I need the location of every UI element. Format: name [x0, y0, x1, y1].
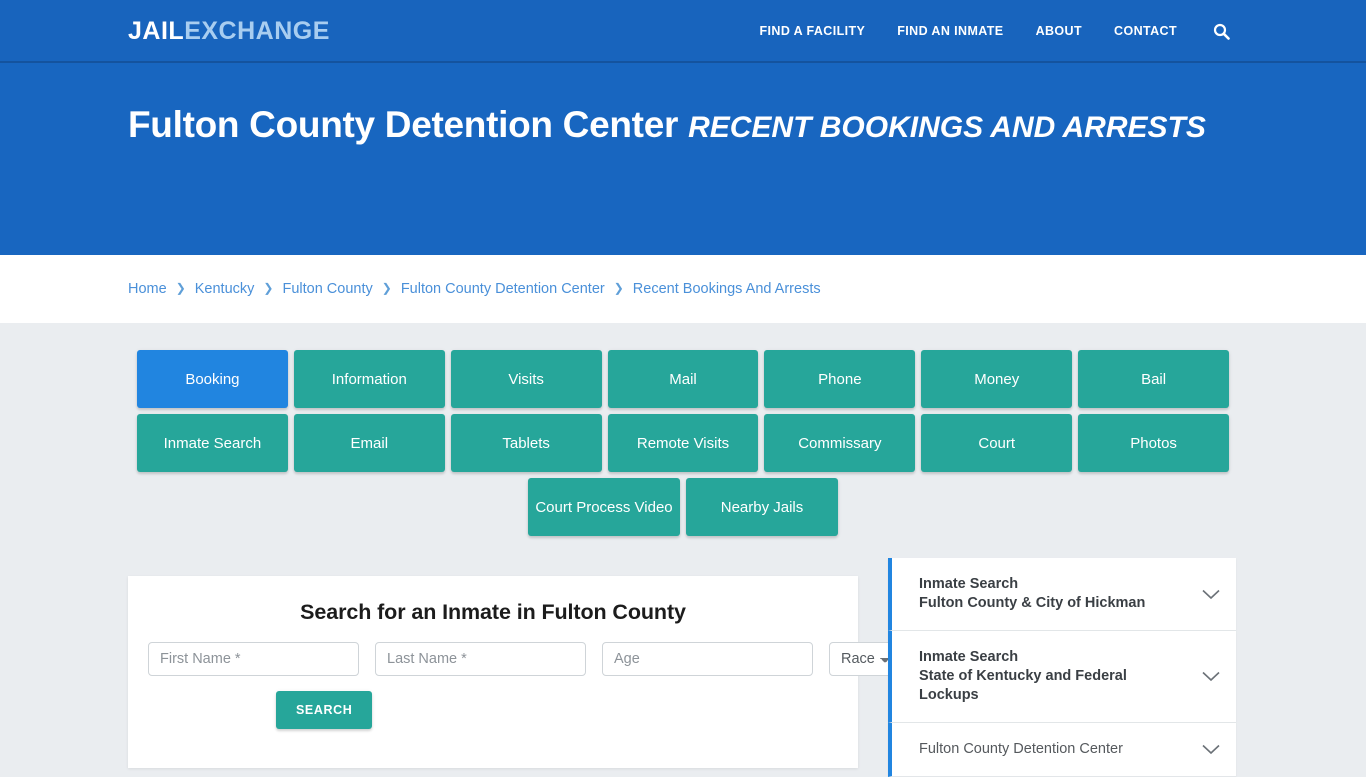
- accordion-line-1: Fulton County Detention Center: [919, 741, 1123, 757]
- breadcrumb-separator-icon: ❯: [175, 281, 186, 295]
- breadcrumb-item-recent-bookings[interactable]: Recent Bookings And Arrests: [633, 281, 821, 297]
- accordion-item-detention-center[interactable]: Fulton County Detention Center: [888, 723, 1236, 777]
- accordion-line-3: Lockups: [919, 687, 979, 703]
- age-input[interactable]: [602, 642, 813, 676]
- tab-bail[interactable]: Bail: [1078, 350, 1230, 408]
- site-logo[interactable]: JAILEXCHANGE: [128, 19, 330, 44]
- search-button[interactable]: SEARCH: [276, 691, 373, 729]
- inmate-search-heading: Search for an Inmate in Fulton County: [300, 600, 686, 624]
- breadcrumb-bar: Home ❯ Kentucky ❯ Fulton County ❯ Fulton…: [0, 255, 1366, 323]
- accordion-item-label: Inmate Search Fulton County & City of Hi…: [919, 575, 1192, 613]
- accordion-line-1: Inmate Search: [919, 576, 1019, 592]
- tab-row-3: Court Process Video Nearby Jails: [137, 478, 1229, 536]
- nav-item-about[interactable]: ABOUT: [1020, 0, 1098, 63]
- tab-row-1: Booking Information Visits Mail Phone Mo…: [137, 350, 1230, 408]
- nav-item-contact[interactable]: CONTACT: [1098, 0, 1193, 63]
- breadcrumb-item-fulton-county[interactable]: Fulton County: [282, 281, 372, 297]
- top-navigation-bar: JAILEXCHANGE FIND A FACILITY FIND AN INM…: [0, 0, 1366, 63]
- nav-item-find-a-facility[interactable]: FIND A FACILITY: [744, 0, 882, 63]
- tab-inmate-search[interactable]: Inmate Search: [137, 414, 288, 472]
- last-name-input[interactable]: [375, 642, 586, 676]
- tab-court[interactable]: Court: [921, 414, 1073, 472]
- tab-tablets[interactable]: Tablets: [450, 414, 602, 472]
- page-title-section: Recent Bookings and Arrests: [688, 111, 1206, 144]
- breadcrumb-item-home[interactable]: Home: [128, 281, 167, 297]
- chevron-down-icon: [1202, 589, 1220, 599]
- accordion-item-fulton-hickman[interactable]: Inmate Search Fulton County & City of Hi…: [888, 558, 1236, 631]
- page-title-facility: Fulton County Detention Center: [128, 104, 679, 145]
- tab-information[interactable]: Information: [293, 350, 445, 408]
- tab-remote-visits[interactable]: Remote Visits: [607, 414, 759, 472]
- main-nav: FIND A FACILITY FIND AN INMATE ABOUT CON…: [744, 0, 1239, 63]
- logo-part-exchange: EXCHANGE: [184, 17, 330, 45]
- chevron-down-icon: [1202, 671, 1220, 682]
- accordion-item-label: Inmate Search State of Kentucky and Fede…: [919, 648, 1192, 705]
- page-title: Fulton County Detention Center Recent Bo…: [128, 95, 1238, 158]
- tab-email[interactable]: Email: [293, 414, 445, 472]
- tab-court-process-video[interactable]: Court Process Video: [528, 478, 680, 536]
- search-icon[interactable]: [1193, 0, 1238, 63]
- breadcrumb-separator-icon: ❯: [381, 281, 392, 295]
- tab-booking[interactable]: Booking: [137, 350, 288, 408]
- page-hero: Fulton County Detention Center Recent Bo…: [0, 63, 1366, 255]
- breadcrumb: Home ❯ Kentucky ❯ Fulton County ❯ Fulton…: [128, 255, 821, 323]
- nav-item-find-an-inmate[interactable]: FIND AN INMATE: [881, 0, 1019, 63]
- accordion-line-2: Fulton County & City of Hickman: [919, 595, 1146, 611]
- inmate-search-accordion: Inmate Search Fulton County & City of Hi…: [888, 558, 1236, 777]
- first-name-input[interactable]: [148, 642, 359, 676]
- inmate-search-card: Search for an Inmate in Fulton County Ra…: [128, 576, 902, 768]
- facility-tab-group: Booking Information Visits Mail Phone Mo…: [137, 350, 1230, 542]
- tab-row-2: Inmate Search Email Tablets Remote Visit…: [137, 414, 1230, 472]
- tab-nearby-jails[interactable]: Nearby Jails: [686, 478, 838, 536]
- accordion-item-label: Fulton County Detention Center: [919, 740, 1192, 759]
- breadcrumb-separator-icon: ❯: [263, 281, 274, 295]
- accordion-line-1: Inmate Search: [919, 649, 1019, 665]
- tab-commissary[interactable]: Commissary: [764, 414, 916, 472]
- tab-photos[interactable]: Photos: [1078, 414, 1230, 472]
- accordion-line-2: State of Kentucky and Federal: [919, 668, 1127, 684]
- inmate-search-fields: Race: [128, 625, 902, 676]
- tab-mail[interactable]: Mail: [607, 350, 759, 408]
- breadcrumb-item-detention-center[interactable]: Fulton County Detention Center: [401, 281, 605, 297]
- breadcrumb-item-kentucky[interactable]: Kentucky: [195, 281, 255, 297]
- chevron-down-icon: [1202, 744, 1220, 755]
- tab-visits[interactable]: Visits: [450, 350, 602, 408]
- tab-money[interactable]: Money: [921, 350, 1073, 408]
- tab-phone[interactable]: Phone: [764, 350, 916, 408]
- breadcrumb-separator-icon: ❯: [613, 281, 624, 295]
- logo-part-jail: JAIL: [128, 17, 185, 45]
- accordion-item-kentucky-federal[interactable]: Inmate Search State of Kentucky and Fede…: [888, 631, 1236, 723]
